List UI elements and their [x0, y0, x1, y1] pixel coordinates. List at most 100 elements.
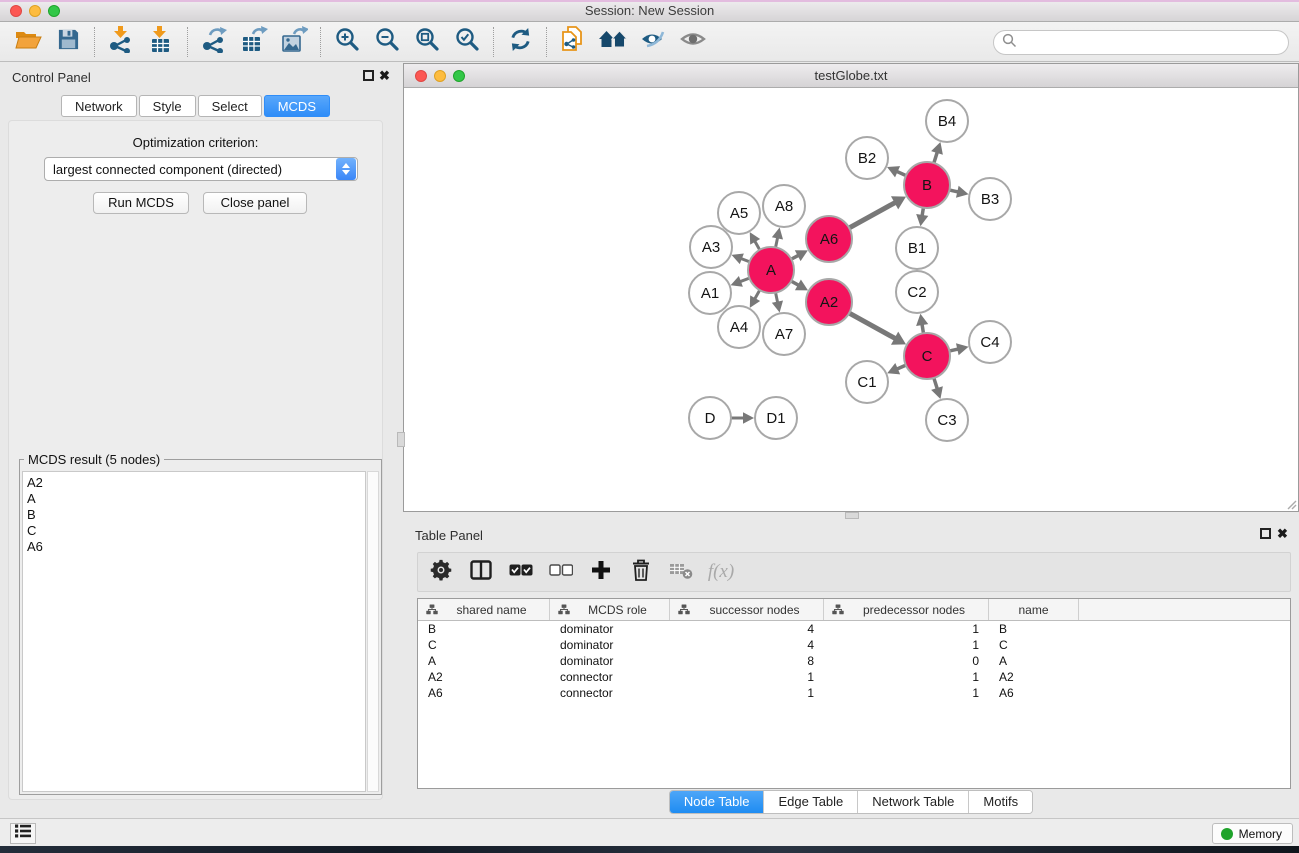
export-network-icon [201, 26, 228, 58]
tab-motifs[interactable]: Motifs [968, 791, 1032, 813]
graph-node-label: B [922, 177, 932, 194]
export-table-button[interactable] [234, 25, 274, 59]
graph-edge[interactable] [848, 313, 896, 339]
table-cell[interactable]: 4 [670, 637, 824, 653]
import-table-button[interactable] [141, 25, 181, 59]
table-cell[interactable]: connector [550, 669, 670, 685]
network-canvas[interactable]: B4B2BB3B1A5A8A3A6AA1A4A7A2C2CC4C1C3DD1 [404, 88, 1298, 511]
table-cell[interactable]: C [418, 637, 550, 653]
close-panel-icon[interactable]: ✖ [379, 68, 390, 84]
export-network-button[interactable] [194, 25, 234, 59]
float-panel-icon[interactable] [363, 70, 374, 81]
table-cell[interactable]: 1 [670, 669, 824, 685]
column-header-shared-name[interactable]: shared name [418, 599, 550, 620]
dropdown-value: largest connected component (directed) [45, 162, 336, 177]
network-window-titlebar[interactable]: testGlobe.txt [404, 64, 1298, 88]
table-cell[interactable]: 1 [670, 685, 824, 701]
table-cell[interactable]: B [418, 621, 550, 637]
optimization-criterion-dropdown[interactable]: largest connected component (directed) [44, 157, 358, 181]
resize-grip-icon[interactable] [1285, 498, 1297, 510]
tab-select[interactable]: Select [198, 95, 262, 117]
task-history-button[interactable] [10, 823, 36, 844]
search-field[interactable] [993, 30, 1289, 55]
open-session-button[interactable] [8, 25, 48, 59]
split-columns-button[interactable] [468, 559, 494, 585]
table-cell[interactable]: dominator [550, 653, 670, 669]
delete-table-button[interactable] [668, 559, 694, 585]
zoom-in-button[interactable] [327, 25, 367, 59]
result-item[interactable]: B [27, 507, 365, 523]
memory-button[interactable]: Memory [1212, 823, 1293, 844]
table-cell[interactable]: A2 [418, 669, 550, 685]
vertical-splitter-handle[interactable] [397, 432, 405, 447]
table-cell[interactable]: 1 [824, 637, 989, 653]
result-item[interactable]: A6 [27, 539, 365, 555]
table-cell[interactable]: A6 [989, 685, 1079, 701]
table-cell[interactable]: A [989, 653, 1079, 669]
graph-edge-arrowhead [931, 142, 943, 155]
table-cell[interactable]: dominator [550, 621, 670, 637]
column-header-predecessor-nodes[interactable]: predecessor nodes [824, 599, 989, 620]
result-item[interactable]: A2 [27, 475, 365, 491]
column-header-MCDS-role[interactable]: MCDS role [550, 599, 670, 620]
table-settings-button[interactable] [428, 559, 454, 585]
function-builder-button[interactable]: f(x) [708, 559, 734, 585]
tab-network[interactable]: Network [61, 95, 137, 117]
table-cell[interactable]: A2 [989, 669, 1079, 685]
table-cell[interactable]: A6 [418, 685, 550, 701]
mcds-result-list[interactable]: A2ABCA6 [22, 471, 366, 792]
table-cell[interactable]: 4 [670, 621, 824, 637]
table-cell[interactable]: A [418, 653, 550, 669]
table-cell[interactable]: 1 [824, 621, 989, 637]
table-cell[interactable]: 1 [824, 685, 989, 701]
table-cell[interactable]: 1 [824, 669, 989, 685]
table-toolbar: f(x) [417, 552, 1291, 592]
close-panel-button[interactable]: Close panel [203, 192, 307, 214]
zoom-fit-button[interactable] [407, 25, 447, 59]
graph-edge[interactable] [934, 377, 938, 390]
graph-edge[interactable] [934, 151, 938, 164]
table-cell[interactable]: C [989, 637, 1079, 653]
zoom-selected-button[interactable] [447, 25, 487, 59]
show-graphics-details-button[interactable] [673, 25, 713, 59]
tab-edge-table[interactable]: Edge Table [763, 791, 857, 813]
import-table-icon [149, 26, 173, 58]
result-item[interactable]: C [27, 523, 365, 539]
graph-edge[interactable] [848, 202, 896, 228]
table-cell[interactable]: 8 [670, 653, 824, 669]
tab-node-table[interactable]: Node Table [670, 791, 764, 813]
select-all-button[interactable] [508, 559, 534, 585]
import-network-button[interactable] [101, 25, 141, 59]
home-layout-button[interactable] [593, 25, 633, 59]
search-input[interactable] [1017, 35, 1288, 50]
tab-style[interactable]: Style [139, 95, 196, 117]
table-cell[interactable]: dominator [550, 637, 670, 653]
table-cell[interactable]: B [989, 621, 1079, 637]
table-row[interactable]: Cdominator41C [418, 637, 1290, 653]
tab-mcds[interactable]: MCDS [264, 95, 330, 117]
result-item[interactable]: A [27, 491, 365, 507]
table-row[interactable]: Adominator80A [418, 653, 1290, 669]
close-panel-icon[interactable]: ✖ [1277, 526, 1288, 542]
tab-network-table[interactable]: Network Table [857, 791, 968, 813]
table-row[interactable]: A2connector11A2 [418, 669, 1290, 685]
mcds-result-scrollbar[interactable] [367, 471, 379, 792]
table-cell[interactable]: 0 [824, 653, 989, 669]
zoom-out-button[interactable] [367, 25, 407, 59]
add-column-button[interactable] [588, 559, 614, 585]
float-panel-icon[interactable] [1260, 528, 1271, 539]
column-header-name[interactable]: name [989, 599, 1079, 620]
export-image-button[interactable] [274, 25, 314, 59]
column-header-successor-nodes[interactable]: successor nodes [670, 599, 824, 620]
table-row[interactable]: A6connector11A6 [418, 685, 1290, 701]
hide-graphics-details-button[interactable] [633, 25, 673, 59]
table-cell[interactable]: connector [550, 685, 670, 701]
horizontal-splitter-handle[interactable] [845, 512, 859, 519]
deselect-all-button[interactable] [548, 559, 574, 585]
refresh-view-button[interactable] [500, 25, 540, 59]
run-mcds-button[interactable]: Run MCDS [93, 192, 189, 214]
table-row[interactable]: Bdominator41B [418, 621, 1290, 637]
delete-column-button[interactable] [628, 559, 654, 585]
duplicate-network-button[interactable] [553, 25, 593, 59]
save-session-button[interactable] [48, 25, 88, 59]
